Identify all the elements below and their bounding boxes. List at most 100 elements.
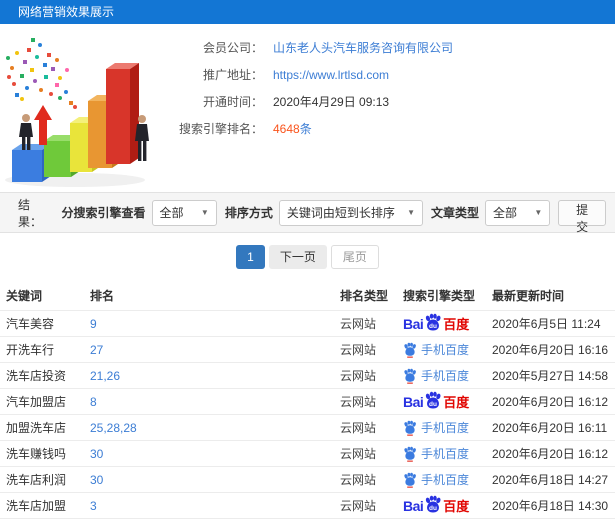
rank-unit: 条: [299, 122, 312, 136]
rank-type-cell: 云网站: [340, 421, 377, 435]
mobile-baidu-paw-icon: [404, 342, 416, 358]
baidu-paw-icon: du: [426, 313, 441, 330]
baidu-mobile-logo: 手机百度: [403, 341, 469, 358]
engine-rank-value[interactable]: 4648条: [273, 120, 312, 137]
baidu-bai-text: Bai: [403, 393, 424, 410]
rank-type-cell: 云网站: [340, 473, 377, 487]
info-row-url: 推广地址： https://www.lrtlsd.com: [175, 61, 615, 88]
table-row: 加盟洗车店 25,28,28 云网站 手机百度 2020年6月20日 16:11: [0, 415, 615, 441]
header-bar: 网络营销效果展示: [0, 0, 615, 24]
open-time-value: 2020年4月29日 09:13: [273, 95, 390, 109]
update-time-cell: 2020年6月20日 16:12: [492, 447, 609, 461]
results-table: 关键词 排名 排名类型 搜索引擎类型 最新更新时间 汽车美容 9 云网站 Bai…: [0, 281, 615, 519]
table-row: 汽车美容 9 云网站 Bai du 百度 2020年6月5日 11:24: [0, 311, 615, 337]
promotion-url-link[interactable]: https://www.lrtlsd.com: [273, 68, 389, 82]
header-engine-type: 搜索引擎类型: [403, 289, 476, 303]
page-button-last[interactable]: 尾页: [330, 245, 379, 269]
info-section: 会员公司： 山东老人头汽车服务咨询有限公司 推广地址： https://www.…: [0, 24, 615, 192]
mobile-baidu-paw-icon: [404, 368, 416, 384]
open-time-label: 开通时间：: [202, 95, 263, 109]
chevron-down-icon: ▼: [534, 208, 543, 217]
engine-rank-label: 搜索引擎排名：: [178, 122, 263, 136]
mobile-baidu-text: 手机百度: [421, 343, 470, 357]
svg-text:du: du: [429, 400, 437, 407]
baidu-cn-text: 百度: [443, 499, 470, 514]
engine-select-value: 全部: [159, 206, 184, 220]
keyword-cell: 洗车店利润: [6, 473, 67, 487]
page-button-current[interactable]: 1: [236, 245, 265, 269]
info-row-rank: 搜索引擎排名： 4648条: [175, 115, 615, 142]
baidu-paw-icon: du: [426, 495, 441, 512]
rank-link[interactable]: 27: [90, 343, 103, 357]
rank-link[interactable]: 30: [90, 447, 103, 461]
baidu-cn-text: 百度: [443, 395, 470, 410]
keyword-cell: 开洗车行: [6, 343, 55, 357]
baidu-paw-icon: du: [426, 391, 441, 408]
rank-type-cell: 云网站: [340, 447, 377, 461]
mobile-baidu-paw-icon: [404, 446, 416, 462]
baidu-mobile-logo: 手机百度: [403, 445, 469, 462]
keyword-cell: 洗车赚钱吗: [6, 447, 67, 461]
svg-text:du: du: [429, 504, 437, 511]
chevron-down-icon: ▼: [200, 208, 209, 217]
info-row-member: 会员公司： 山东老人头汽车服务咨询有限公司: [175, 34, 615, 61]
update-time-cell: 2020年6月18日 14:27: [492, 473, 609, 487]
baidu-bai-text: Bai: [403, 497, 424, 514]
rank-link[interactable]: 9: [90, 317, 97, 331]
update-time-cell: 2020年6月18日 14:30: [492, 499, 609, 513]
rank-link[interactable]: 25,28,28: [90, 421, 137, 435]
baidu-mobile-logo: 手机百度: [403, 471, 469, 488]
update-time-cell: 2020年6月20日 16:12: [492, 395, 609, 409]
mobile-baidu-text: 手机百度: [421, 447, 470, 461]
table-header-row: 关键词 排名 排名类型 搜索引擎类型 最新更新时间: [0, 281, 615, 311]
sort-filter-label: 排序方式: [224, 206, 273, 220]
rank-link[interactable]: 3: [90, 499, 97, 513]
page-title: 网络营销效果展示: [18, 5, 115, 19]
article-type-select[interactable]: 全部 ▼: [485, 199, 551, 226]
baidu-logo: Bai du 百度: [403, 391, 470, 411]
rank-link[interactable]: 21,26: [90, 369, 120, 383]
result-label: 结果：: [18, 197, 43, 229]
table-row: 洗车店投资 21,26 云网站 手机百度 2020年5月27日 14:58: [0, 363, 615, 389]
header-keyword: 关键词: [6, 289, 43, 303]
mobile-baidu-text: 手机百度: [421, 473, 470, 487]
rank-count: 4648: [273, 122, 300, 136]
table-row: 开洗车行 27 云网站 手机百度 2020年6月20日 16:16: [0, 337, 615, 363]
header-update-time: 最新更新时间: [492, 289, 565, 303]
mobile-baidu-text: 手机百度: [421, 369, 470, 383]
rank-link[interactable]: 8: [90, 395, 97, 409]
keyword-cell: 汽车加盟店: [6, 395, 67, 409]
engine-select[interactable]: 全部 ▼: [151, 199, 217, 226]
rank-type-cell: 云网站: [340, 499, 377, 513]
rank-type-cell: 云网站: [340, 369, 377, 383]
keyword-cell: 加盟洗车店: [6, 421, 67, 435]
update-time-cell: 2020年6月20日 16:16: [492, 343, 609, 357]
article-type-select-value: 全部: [493, 206, 518, 220]
info-list: 会员公司： 山东老人头汽车服务咨询有限公司 推广地址： https://www.…: [175, 24, 615, 192]
table-row: 汽车加盟店 8 云网站 Bai du 百度 2020年6月20日 16:12: [0, 389, 615, 415]
engine-filter-label: 分搜索引擎查看: [61, 206, 146, 220]
rank-link[interactable]: 30: [90, 473, 103, 487]
pagination: 1 下一页 尾页: [0, 245, 615, 269]
mobile-baidu-paw-icon: [404, 420, 416, 436]
marketing-chart-illustration: [0, 24, 175, 192]
table-row: 洗车赚钱吗 30 云网站 手机百度 2020年6月20日 16:12: [0, 441, 615, 467]
sort-select[interactable]: 关键词由短到长排序 ▼: [278, 199, 424, 226]
promotion-url-label: 推广地址：: [202, 68, 263, 82]
svg-text:du: du: [429, 322, 437, 329]
update-time-cell: 2020年6月20日 16:11: [492, 421, 608, 435]
submit-button[interactable]: 提交: [558, 199, 606, 234]
baidu-mobile-logo: 手机百度: [403, 419, 469, 436]
table-row: 洗车店利润 30 云网站 手机百度 2020年6月18日 14:27: [0, 467, 615, 493]
page-button-next[interactable]: 下一页: [268, 245, 327, 269]
update-time-cell: 2020年5月27日 14:58: [492, 369, 609, 383]
keyword-cell: 洗车店投资: [6, 369, 67, 383]
baidu-bai-text: Bai: [403, 315, 424, 332]
mobile-baidu-text: 手机百度: [421, 421, 470, 435]
update-time-cell: 2020年6月5日 11:24: [492, 317, 601, 331]
member-company-link[interactable]: 山东老人头汽车服务咨询有限公司: [273, 39, 453, 56]
bar-chart-illustration: [5, 38, 149, 187]
rank-type-cell: 云网站: [340, 395, 377, 409]
chevron-down-icon: ▼: [407, 208, 416, 217]
info-row-open-time: 开通时间： 2020年4月29日 09:13: [175, 88, 615, 115]
